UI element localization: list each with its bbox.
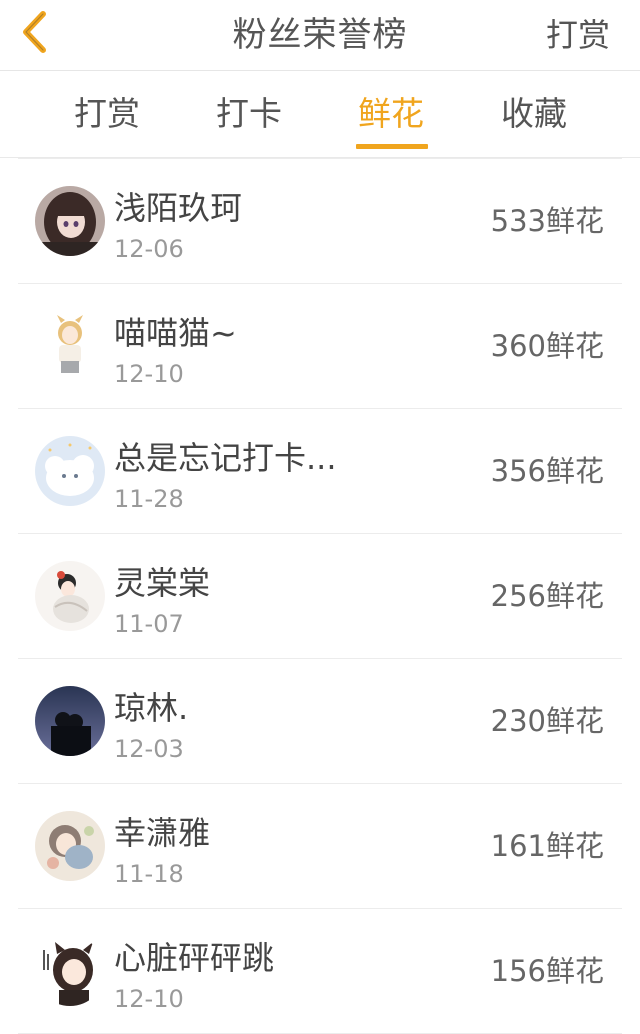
- count-value: 533: [490, 204, 546, 238]
- count-unit: 鲜花: [545, 454, 604, 488]
- fan-date: 12-10: [114, 360, 184, 388]
- count-value: 230: [490, 704, 546, 738]
- avatar[interactable]: [35, 186, 105, 256]
- fan-date: 12-06: [114, 235, 184, 263]
- active-tab-indicator: [356, 144, 428, 149]
- flower-count: 356鲜花: [491, 409, 604, 533]
- count-unit: 鲜花: [545, 829, 604, 863]
- fan-name: 总是忘记打卡...: [114, 439, 337, 477]
- flower-count: 533鲜花: [491, 159, 604, 283]
- chevron-left-icon: [17, 9, 51, 59]
- fan-name: 幸潇雅: [114, 814, 211, 852]
- fan-name: 灵棠棠: [114, 564, 211, 602]
- app-screen: 粉丝荣誉榜 打赏 打赏 打卡 鲜花 收藏 浅陌玖珂 12-06 533鲜花 喵喵…: [0, 0, 640, 1034]
- avatar[interactable]: [35, 936, 105, 1006]
- avatar[interactable]: [35, 686, 105, 756]
- fan-date: 12-03: [114, 735, 184, 763]
- flower-count: 156鲜花: [491, 909, 604, 1033]
- fan-date: 12-10: [114, 985, 184, 1013]
- page-title: 粉丝荣誉榜: [232, 15, 408, 55]
- fan-ranking-list: 浅陌玖珂 12-06 533鲜花 喵喵猫~ 12-10 360鲜花 总是忘记打卡…: [18, 158, 622, 1034]
- flower-count: 161鲜花: [491, 784, 604, 908]
- list-item[interactable]: 总是忘记打卡... 11-28 356鲜花: [18, 409, 622, 534]
- count-unit: 鲜花: [545, 704, 604, 738]
- fan-name: 喵喵猫~: [114, 314, 237, 352]
- list-item[interactable]: 喵喵猫~ 12-10 360鲜花: [18, 284, 622, 409]
- flower-count: 256鲜花: [491, 534, 604, 658]
- fan-name: 浅陌玖珂: [114, 189, 243, 227]
- fan-date: 11-18: [114, 860, 184, 888]
- count-unit: 鲜花: [545, 954, 604, 988]
- count-value: 356: [490, 454, 546, 488]
- list-item[interactable]: 灵棠棠 11-07 256鲜花: [18, 534, 622, 659]
- tab-bar: 打赏 打卡 鲜花 收藏: [0, 71, 640, 158]
- back-button[interactable]: [10, 8, 58, 60]
- list-item[interactable]: 心脏砰砰跳 12-10 156鲜花: [18, 909, 622, 1034]
- list-item[interactable]: 浅陌玖珂 12-06 533鲜花: [18, 159, 622, 284]
- count-value: 256: [490, 579, 546, 613]
- fan-date: 11-28: [114, 485, 184, 513]
- list-item[interactable]: 琼林. 12-03 230鲜花: [18, 659, 622, 784]
- flower-count: 360鲜花: [491, 284, 604, 408]
- avatar[interactable]: [35, 436, 105, 506]
- tab-checkin[interactable]: 打卡: [194, 71, 304, 157]
- count-unit: 鲜花: [545, 329, 604, 363]
- avatar[interactable]: [35, 561, 105, 631]
- count-value: 156: [490, 954, 546, 988]
- flower-count: 230鲜花: [491, 659, 604, 783]
- count-unit: 鲜花: [545, 579, 604, 613]
- count-value: 161: [490, 829, 546, 863]
- reward-button[interactable]: 打赏: [546, 0, 610, 70]
- fan-date: 11-07: [114, 610, 184, 638]
- tab-favorites[interactable]: 收藏: [479, 71, 589, 157]
- count-unit: 鲜花: [545, 204, 604, 238]
- avatar[interactable]: [35, 811, 105, 881]
- top-navbar: 粉丝荣誉榜 打赏: [0, 0, 640, 71]
- count-value: 360: [490, 329, 546, 363]
- list-item[interactable]: 幸潇雅 11-18 161鲜花: [18, 784, 622, 909]
- fan-name: 心脏砰砰跳: [114, 939, 275, 977]
- tab-reward[interactable]: 打赏: [52, 71, 162, 157]
- fan-name: 琼林.: [114, 689, 189, 727]
- avatar[interactable]: [35, 311, 105, 381]
